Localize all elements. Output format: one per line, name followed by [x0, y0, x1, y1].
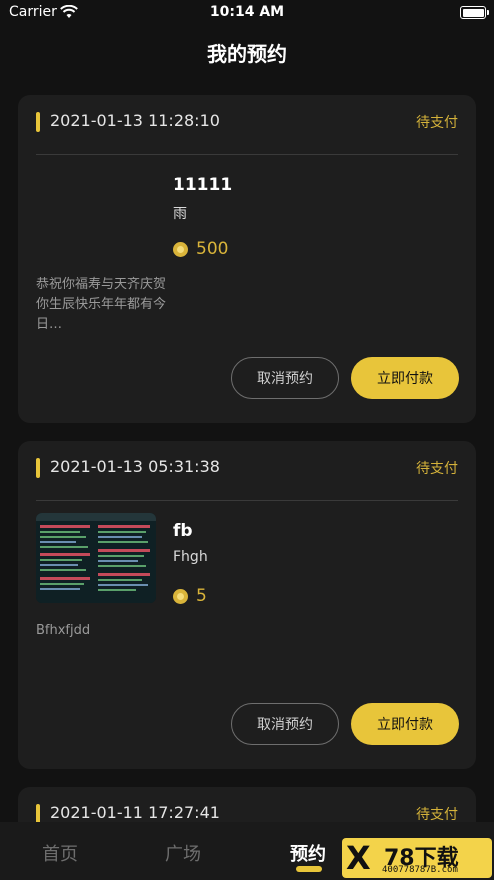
- accent-bar: [36, 458, 40, 478]
- tab-booking[interactable]: 预约: [290, 840, 326, 866]
- order-status: 待支付: [416, 461, 458, 477]
- order-description: 恭祝你福寿与天齐庆贺你生辰快乐年年都有今日…: [36, 277, 167, 332]
- active-tab-indicator: [296, 866, 322, 872]
- accent-bar: [36, 804, 40, 824]
- order-name: 11111: [173, 175, 233, 195]
- order-subtitle: Fhgh: [173, 549, 208, 565]
- battery-icon: [460, 6, 489, 19]
- cancel-booking-button[interactable]: 取消预约: [231, 357, 339, 399]
- order-time: 2021-01-13 11:28:10: [50, 111, 220, 130]
- pay-now-button[interactable]: 立即付款: [351, 703, 459, 745]
- order-card[interactable]: 2021-01-13 11:28:10 待支付 11111 雨 500 恭祝你福…: [18, 95, 476, 423]
- coin-icon: [173, 588, 188, 604]
- order-subtitle: 雨: [173, 206, 187, 222]
- coin-icon: [173, 241, 188, 257]
- order-status: 待支付: [416, 115, 458, 131]
- accent-bar: [36, 112, 40, 132]
- order-card[interactable]: 2021-01-13 05:31:38 待支付 fb Fhgh 5 Bfhxfj…: [18, 441, 476, 769]
- watermark-url: 400778787B.com: [382, 865, 458, 875]
- tab-home[interactable]: 首页: [42, 840, 78, 866]
- cancel-booking-button[interactable]: 取消预约: [231, 703, 339, 745]
- order-status: 待支付: [416, 807, 458, 823]
- clock: 10:14 AM: [209, 4, 285, 20]
- order-price: 5: [196, 586, 207, 606]
- order-price-row: 500: [173, 239, 228, 259]
- order-name: fb: [173, 521, 193, 541]
- tab-plaza[interactable]: 广场: [165, 840, 201, 866]
- status-bar: Carrier 10:14 AM: [0, 0, 494, 28]
- order-thumbnail-image: [36, 513, 156, 603]
- order-card-header: 2021-01-13 05:31:38 待支付: [36, 441, 458, 501]
- order-price-row: 5: [173, 586, 207, 606]
- order-description: Bfhxfjdd: [36, 623, 91, 638]
- order-time: 2021-01-11 17:27:41: [50, 803, 220, 822]
- watermark-x-icon: X: [346, 839, 371, 877]
- pay-now-button[interactable]: 立即付款: [351, 357, 459, 399]
- order-time: 2021-01-13 05:31:38: [50, 457, 220, 476]
- order-card-header: 2021-01-13 11:28:10 待支付: [36, 95, 458, 155]
- watermark-logo: X 78下载 400778787B.com: [342, 838, 492, 878]
- page-title: 我的预约: [207, 42, 287, 66]
- order-price: 500: [196, 239, 229, 259]
